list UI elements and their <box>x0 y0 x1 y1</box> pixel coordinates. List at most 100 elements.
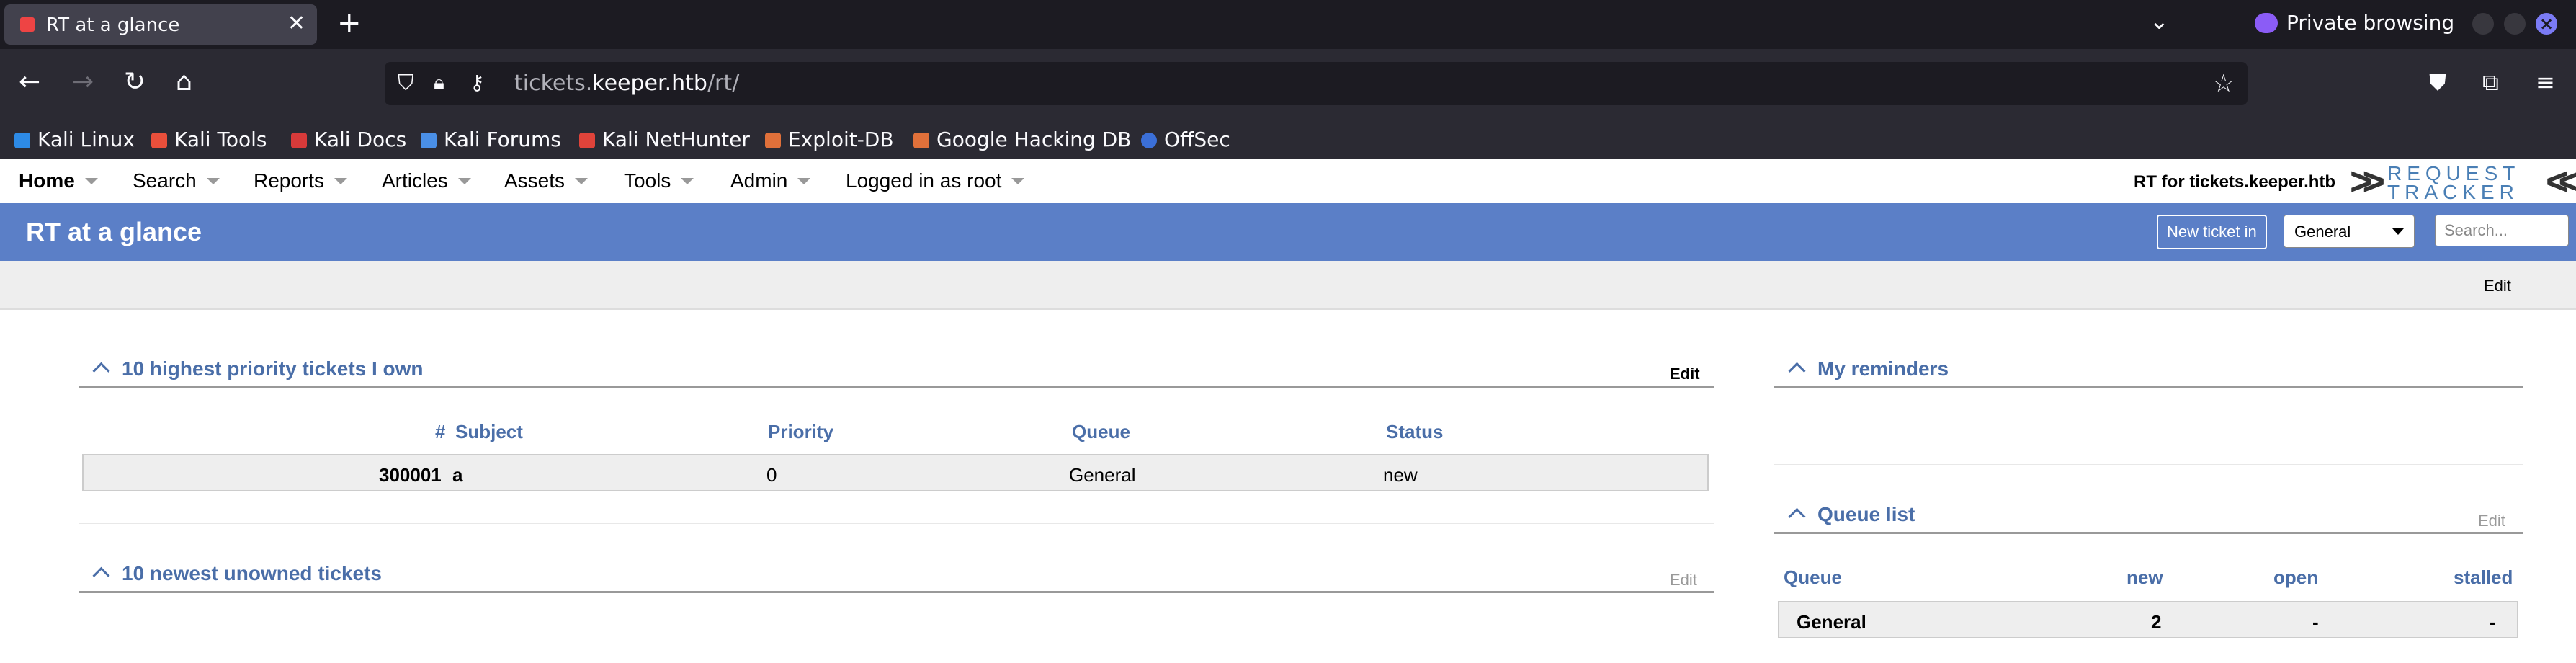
maximize-window-button[interactable] <box>2504 13 2526 35</box>
reload-icon[interactable]: ↻ <box>124 66 146 98</box>
lock-icon[interactable]: 🔒︎ <box>434 71 444 95</box>
queue-name[interactable]: General <box>1797 611 1866 633</box>
col-head-id[interactable]: # <box>435 421 445 442</box>
bookmark-kali-docs[interactable]: Kali Docs <box>291 127 406 153</box>
col-head-status[interactable]: Status <box>1386 421 1443 442</box>
reminders-title[interactable]: My reminders <box>1788 357 1949 381</box>
minimize-window-button[interactable] <box>2472 13 2494 35</box>
owned-tickets-title[interactable]: 10 highest priority tickets I own <box>92 357 424 381</box>
kali-tools-icon <box>151 133 167 148</box>
caret-down-icon <box>206 178 220 184</box>
table-row[interactable] <box>82 454 1709 491</box>
forward-arrow-icon[interactable]: → <box>72 66 94 98</box>
caret-down-icon <box>797 178 811 184</box>
bookmark-exploit-db[interactable]: Exploit-DB <box>765 127 894 153</box>
chevron-down-icon <box>2392 228 2404 235</box>
chevron-down-icon[interactable]: ⌄ <box>2150 7 2169 35</box>
queue-open-count[interactable]: - <box>2312 611 2319 633</box>
search-input[interactable]: Search... <box>2435 215 2569 246</box>
browser-nav-bar: ← → ↻ ⌂ ⛉ 🔒︎ ⚷ tickets.keeper.htb/rt/ ☆ … <box>0 49 2576 121</box>
bookmark-offsec[interactable]: OffSec <box>1141 127 1230 153</box>
close-window-button[interactable]: × <box>2536 13 2557 35</box>
private-browsing-label: Private browsing <box>2286 11 2455 35</box>
new-tab-button[interactable]: + <box>337 6 362 40</box>
shield-icon[interactable]: ⛉ <box>398 71 414 96</box>
collapse-icon[interactable] <box>1788 507 1806 525</box>
chevron-right-icon: >> <box>2350 160 2385 203</box>
queue-col-head-stalled: stalled <box>2454 566 2513 588</box>
menu-icon[interactable]: ≡ <box>2536 66 2555 98</box>
key-icon[interactable]: ⚷ <box>470 71 485 94</box>
queue-col-head-open: open <box>2273 566 2319 588</box>
ticket-status: new <box>1383 464 1418 486</box>
kali-forums-icon <box>421 133 437 148</box>
menu-home[interactable]: Home <box>19 169 98 193</box>
pocket-icon[interactable]: ⛊ <box>2429 66 2446 98</box>
queue-col-head-queue: Queue <box>1784 566 1842 588</box>
collapse-icon[interactable] <box>1788 362 1806 380</box>
unowned-tickets-edit[interactable]: Edit <box>1670 571 1697 589</box>
rt-top-menu: Home Search Reports Articles Assets Tool… <box>0 159 2576 203</box>
queue-select[interactable]: General <box>2284 215 2415 248</box>
bookmark-kali-linux[interactable]: Kali Linux <box>14 127 135 153</box>
col-head-subject[interactable]: Subject <box>455 421 523 442</box>
menu-tools[interactable]: Tools <box>624 169 694 193</box>
page-edit-link[interactable]: Edit <box>2484 277 2511 295</box>
unowned-tickets-title[interactable]: 10 newest unowned tickets <box>92 562 382 585</box>
new-ticket-button[interactable]: New ticket in <box>2157 215 2267 249</box>
caret-down-icon <box>1011 178 1025 184</box>
url-bar[interactable]: ⛉ 🔒︎ ⚷ tickets.keeper.htb/rt/ ☆ <box>385 62 2248 105</box>
col-head-queue[interactable]: Queue <box>1072 421 1130 442</box>
portlet-divider <box>79 591 1714 593</box>
queue-list-edit[interactable]: Edit <box>2478 512 2505 530</box>
url-text[interactable]: tickets.keeper.htb/rt/ <box>514 71 739 97</box>
back-arrow-icon[interactable]: ← <box>19 66 40 98</box>
page-header: RT at a glance New ticket in General Sea… <box>0 203 2576 261</box>
caret-down-icon <box>84 178 98 184</box>
menu-logged-in[interactable]: Logged in as root <box>846 169 1025 193</box>
tab-title: RT at a glance <box>46 14 180 36</box>
menu-admin[interactable]: Admin <box>730 169 811 193</box>
offsec-icon <box>1141 133 1157 148</box>
caret-down-icon <box>334 178 348 184</box>
portlet-divider <box>1774 532 2523 534</box>
browser-tab[interactable]: RT at a glance ✕ <box>4 4 317 45</box>
menu-search[interactable]: Search <box>133 169 220 193</box>
ticket-id[interactable]: 300001 <box>379 464 442 486</box>
kali-nethunter-icon <box>579 133 595 148</box>
menu-assets[interactable]: Assets <box>504 169 589 193</box>
queue-new-count[interactable]: 2 <box>2151 611 2161 633</box>
queue-list-title[interactable]: Queue list <box>1788 503 1915 526</box>
col-head-priority[interactable]: Priority <box>768 421 833 442</box>
bookmark-kali-forums[interactable]: Kali Forums <box>421 127 561 153</box>
extensions-icon[interactable]: ⧉ <box>2482 66 2499 98</box>
request-tracker-logo[interactable]: >> REQUEST TRACKER << <box>2348 160 2576 203</box>
kali-docs-icon <box>291 133 307 148</box>
bookmark-star-icon[interactable]: ☆ <box>2213 69 2235 98</box>
page-title: RT at a glance <box>26 217 202 246</box>
close-tab-icon[interactable]: ✕ <box>287 12 305 35</box>
page-subbar: Edit <box>0 261 2576 310</box>
portlet-separator <box>1774 464 2523 465</box>
private-browsing-icon <box>2255 13 2278 33</box>
ticket-queue: General <box>1069 464 1136 486</box>
owned-tickets-edit[interactable]: Edit <box>1670 365 1700 383</box>
portlet-divider <box>1774 386 2523 388</box>
collapse-icon[interactable] <box>92 566 110 584</box>
caret-down-icon <box>457 178 471 184</box>
menu-reports[interactable]: Reports <box>254 169 348 193</box>
menu-articles[interactable]: Articles <box>382 169 471 193</box>
portlet-divider <box>79 386 1714 388</box>
home-icon[interactable]: ⌂ <box>176 66 192 98</box>
bookmark-kali-nethunter[interactable]: Kali NetHunter <box>579 127 750 153</box>
bookmark-google-hacking-db[interactable]: Google Hacking DB <box>913 127 1131 153</box>
rt-site-label: RT for tickets.keeper.htb <box>2134 172 2336 192</box>
rt-page: Home Search Reports Articles Assets Tool… <box>0 159 2576 663</box>
collapse-icon[interactable] <box>92 362 110 380</box>
bookmark-kali-tools[interactable]: Kali Tools <box>151 127 267 153</box>
queue-stalled-count[interactable]: - <box>2490 611 2496 633</box>
ticket-subject[interactable]: a <box>452 464 462 486</box>
caret-down-icon <box>681 178 694 184</box>
queue-col-head-new: new <box>2126 566 2163 588</box>
queue-row[interactable] <box>1778 601 2518 638</box>
